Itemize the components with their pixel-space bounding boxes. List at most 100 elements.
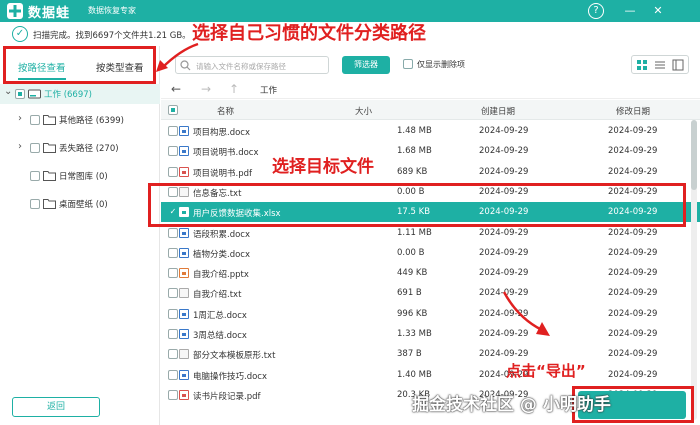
file-name: 部分文本模板原形.txt	[193, 351, 276, 362]
tree-item-lost-paths[interactable]: › 丢失路径 (270)	[0, 138, 160, 158]
scrollbar-thumb[interactable]	[691, 120, 697, 190]
row-checkbox[interactable]	[168, 166, 178, 177]
docx-file-icon	[179, 308, 189, 319]
filter-button[interactable]: 筛选器	[342, 56, 390, 74]
file-modified-date: 2024-09-29	[608, 227, 658, 238]
list-view-icon[interactable]	[653, 58, 667, 72]
file-modified-date: 2024-09-29	[608, 166, 658, 177]
tree-checkbox[interactable]	[30, 143, 40, 153]
tree-item-label: 其他路径 (6399)	[59, 116, 124, 126]
nav-back-icon[interactable]: ←	[171, 82, 181, 96]
file-created-date: 2024-09-29	[479, 227, 529, 238]
table-row[interactable]: 植物分类.docx 0.00 B 2024-09-29 2024-09-29	[161, 243, 700, 263]
back-button[interactable]: 返回	[12, 397, 100, 417]
navigation-row: ← → ↑ 工作	[161, 79, 700, 99]
file-size: 1.33 MB	[397, 329, 432, 339]
table-row[interactable]: 3周总结.docx 1.33 MB 2024-09-29 2024-09-29	[161, 324, 700, 344]
row-checkbox[interactable]	[168, 126, 178, 136]
detail-view-icon[interactable]	[671, 58, 685, 72]
table-row[interactable]: 自我介绍.txt 691 B 2024-09-29 2024-09-29	[161, 283, 700, 303]
file-modified-date: 2024-09-29	[608, 288, 658, 299]
file-name: 3周总结.docx	[193, 331, 247, 341]
column-header-size[interactable]: 大小	[355, 105, 372, 117]
tree-item-other-paths[interactable]: › 其他路径 (6399)	[0, 110, 160, 130]
tree-item-label: 桌面壁纸 (0)	[59, 200, 108, 210]
file-modified-date: 2024-09-29	[608, 146, 658, 157]
tree-checkbox[interactable]	[15, 89, 25, 99]
tree-item-wallpaper[interactable]: 桌面壁纸 (0)	[0, 194, 160, 214]
folder-icon	[43, 171, 56, 181]
folder-icon	[43, 143, 56, 153]
column-header-modified[interactable]: 修改日期	[616, 105, 650, 117]
txt-file-icon	[179, 349, 189, 360]
annotation-text-top: 选择自己习惯的文件分类路径	[192, 23, 426, 44]
tree-item-work[interactable]: ⌄ 工作 (6697)	[0, 84, 160, 104]
table-row[interactable]: 电脑操作技巧.docx 1.40 MB 2024-09-29 2024-09-29	[161, 365, 700, 385]
nav-up-icon[interactable]: ↑	[229, 82, 239, 96]
breadcrumb[interactable]: 工作	[260, 84, 277, 96]
tree-item-label: 日常图库 (0)	[59, 172, 108, 182]
view-mode-switch	[631, 55, 689, 74]
tree-item-daily-gallery[interactable]: 日常图库 (0)	[0, 166, 160, 186]
chevron-right-icon[interactable]: ›	[18, 141, 22, 152]
row-checkbox[interactable]	[168, 329, 178, 339]
tree-checkbox[interactable]	[30, 199, 40, 209]
row-checkbox[interactable]	[168, 146, 178, 157]
docx-file-icon	[179, 146, 189, 157]
file-size: 691 B	[397, 288, 422, 299]
table-row[interactable]: 项目说明书.pdf 689 KB 2024-09-29 2024-09-29	[161, 162, 700, 182]
scrollbar[interactable]	[691, 120, 697, 420]
file-name: 1周汇总.docx	[193, 310, 247, 321]
select-all-checkbox[interactable]	[168, 105, 178, 115]
row-checkbox[interactable]	[168, 389, 178, 400]
table-row[interactable]: 1周汇总.docx 996 KB 2024-09-29 2024-09-29	[161, 304, 700, 324]
table-row[interactable]: 项目说明书.docx 1.68 MB 2024-09-29 2024-09-29	[161, 141, 700, 161]
chevron-down-icon[interactable]: ⌄	[4, 86, 12, 97]
row-checkbox[interactable]	[168, 247, 178, 258]
tree-checkbox[interactable]	[30, 171, 40, 181]
file-created-date: 2024-09-29	[479, 166, 529, 177]
show-deleted-label: 仅显示删除项	[417, 60, 465, 69]
tree-checkbox[interactable]	[30, 115, 40, 125]
show-deleted-checkbox[interactable]	[403, 59, 413, 69]
file-created-date: 2024-09-29	[479, 146, 529, 157]
table-row[interactable]: 部分文本模板原形.txt 387 B 2024-09-29 2024-09-29	[161, 344, 700, 364]
grid-view-icon[interactable]	[635, 58, 649, 72]
nav-forward-icon[interactable]: →	[201, 82, 211, 96]
docx-file-icon	[179, 247, 189, 258]
pdf-file-icon	[179, 389, 189, 400]
annotation-text-bottom: 点击“导出”	[506, 362, 586, 380]
file-modified-date: 2024-09-29	[608, 369, 658, 380]
minimize-icon[interactable]: —	[622, 3, 638, 19]
row-checkbox[interactable]	[168, 227, 178, 238]
row-checkbox[interactable]	[168, 268, 178, 279]
file-size: 1.11 MB	[397, 227, 432, 238]
file-created-date: 2024-09-29	[479, 349, 529, 360]
file-modified-date: 2024-09-29	[608, 308, 658, 319]
file-created-date: 2024-09-29	[479, 247, 529, 258]
row-checkbox[interactable]	[168, 369, 178, 380]
check-circle-icon: ✓	[12, 26, 28, 42]
file-size: 689 KB	[397, 166, 428, 177]
file-name: 项目说明书.docx	[193, 148, 259, 159]
row-checkbox[interactable]	[168, 349, 178, 360]
column-header-created[interactable]: 创建日期	[481, 105, 515, 117]
file-size: 1.68 MB	[397, 146, 432, 157]
app-name: 数据蛙	[28, 6, 71, 21]
file-name: 语段积累.docx	[193, 229, 251, 240]
table-header: 名称 大小 创建日期 修改日期	[161, 100, 700, 120]
table-row[interactable]: 自我介绍.pptx 449 KB 2024-09-29 2024-09-29	[161, 263, 700, 283]
file-modified-date: 2024-09-29	[608, 268, 658, 279]
column-header-name[interactable]: 名称	[217, 105, 234, 117]
file-name: 读书片段记录.pdf	[193, 391, 261, 402]
table-row[interactable]: 项目构思.docx 1.48 MB 2024-09-29 2024-09-29	[161, 121, 700, 141]
docx-file-icon	[179, 369, 189, 380]
file-size: 996 KB	[397, 308, 428, 319]
pptx-file-icon	[179, 268, 189, 279]
file-name: 植物分类.docx	[193, 249, 251, 260]
help-icon[interactable]: ?	[588, 3, 604, 19]
row-checkbox[interactable]	[168, 288, 178, 299]
row-checkbox[interactable]	[168, 308, 178, 319]
close-icon[interactable]: ✕	[650, 3, 666, 19]
chevron-right-icon[interactable]: ›	[18, 113, 22, 124]
